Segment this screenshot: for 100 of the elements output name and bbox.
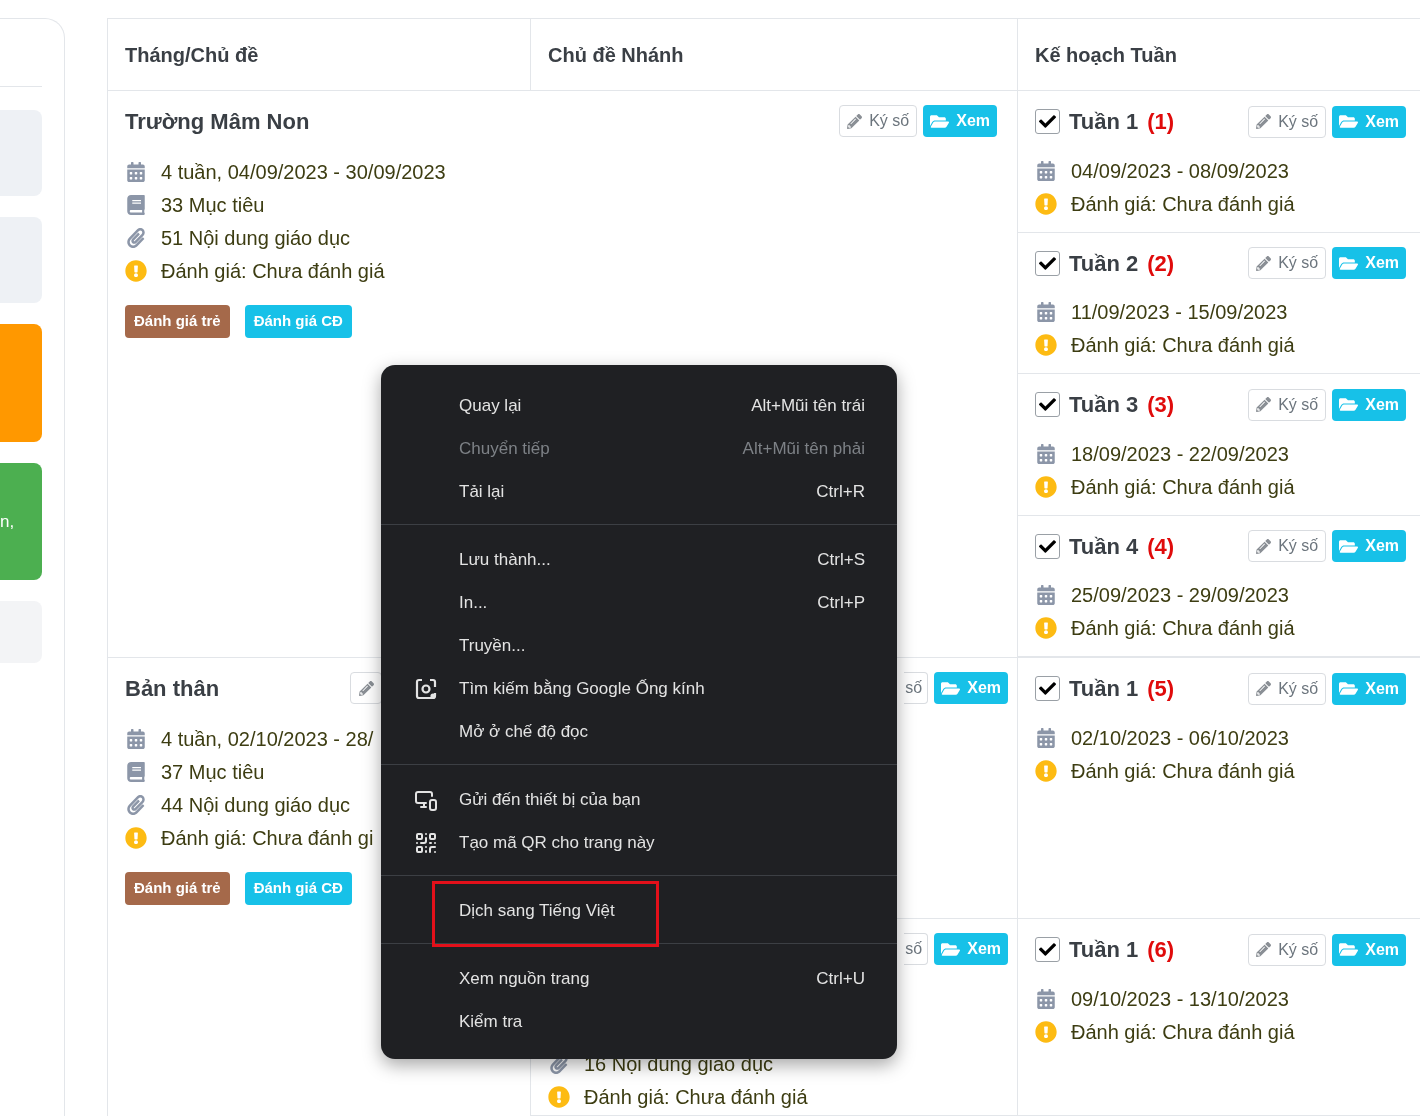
sign-button[interactable]: số: [904, 672, 929, 704]
detail-text: 18/09/2023 - 22/09/2023: [1071, 441, 1289, 467]
detail-text: 4 tuần, 04/09/2023 - 30/09/2023: [161, 159, 446, 185]
detail-text: Đánh giá: Chưa đánh giá: [1071, 758, 1295, 784]
devices-icon: [414, 788, 438, 812]
warning-icon: [1035, 1020, 1057, 1043]
sign-button[interactable]: Ký số: [1248, 672, 1327, 705]
sign-button[interactable]: Ký số: [1248, 105, 1327, 138]
evaluate-button[interactable]: Đánh giá trẻ: [125, 872, 230, 905]
menu-item[interactable]: Lưu thành... Ctrl+S: [381, 538, 897, 581]
detail-text: Đánh giá: Chưa đánh giá: [161, 258, 385, 284]
check-icon: [1039, 396, 1056, 413]
pencil-icon: [1256, 114, 1272, 129]
sidebar-tile[interactable]: n,: [0, 463, 42, 580]
menu-item[interactable]: Mở ở chế độ đọc: [381, 710, 897, 753]
detail-text: 37 Mục tiêu: [161, 759, 265, 785]
folder-icon: [1339, 941, 1359, 958]
calendar-icon: [1036, 727, 1056, 748]
folder-icon: [1339, 537, 1359, 555]
menu-item[interactable]: Tải lại Ctrl+R: [381, 470, 897, 513]
warning-icon: [1035, 617, 1057, 639]
week-title: Tuần 3: [1069, 391, 1139, 419]
topic-title: Trường Mâm Non: [125, 108, 310, 136]
column-header: Chủ đề Nhánh: [548, 42, 684, 68]
detail-text: Đánh giá: Chưa đánh giá: [1071, 333, 1295, 358]
evaluate-button[interactable]: Đánh giá trẻ: [125, 305, 230, 338]
week-checkbox[interactable]: [1035, 937, 1060, 962]
detail-text: Đánh giá: Chưa đánh giá: [584, 1084, 808, 1110]
week-checkbox[interactable]: [1035, 533, 1060, 559]
menu-item[interactable]: Kiểm tra: [381, 1000, 897, 1043]
week-title: Tuần 4: [1069, 532, 1139, 561]
column-header: Kế hoạch Tuần: [1035, 42, 1177, 68]
warning-icon: [1035, 334, 1057, 356]
pencil-icon: [1256, 397, 1272, 412]
sign-button[interactable]: Ký số: [1248, 933, 1327, 966]
warning-icon: [1035, 475, 1057, 498]
sign-button[interactable]: số: [904, 933, 929, 965]
detail-text: Đánh giá: Chưa đánh giá: [1071, 616, 1295, 641]
folder-icon: [1339, 254, 1359, 272]
folder-icon: [930, 112, 950, 130]
folder-icon: [941, 679, 961, 697]
week-number: (4): [1147, 532, 1175, 561]
menu-item[interactable]: Gửi đến thiết bị của bạn: [381, 778, 897, 821]
detail-text: 44 Nội dung giáo dục: [161, 792, 351, 818]
sign-button[interactable]: Ký số: [1248, 247, 1327, 279]
menu-item[interactable]: In... Ctrl+P: [381, 581, 897, 624]
detail-text: Đánh giá: Chưa đánh giá: [1071, 1019, 1295, 1045]
sidebar-tile[interactable]: [0, 324, 42, 442]
menu-item[interactable]: Xem nguồn trang Ctrl+U: [381, 957, 897, 1000]
paperclip-icon: [126, 227, 146, 248]
calendar-icon: [126, 161, 146, 182]
sign-button[interactable]: Ký số: [839, 105, 918, 137]
pencil-icon: [1256, 255, 1272, 271]
detail-text: 04/09/2023 - 08/09/2023: [1071, 158, 1289, 184]
detail-text: 11/09/2023 - 15/09/2023: [1071, 300, 1288, 325]
check-icon: [1039, 254, 1056, 272]
column-header: Tháng/Chủ đề: [125, 42, 259, 68]
week-title: Tuần 2: [1069, 249, 1139, 278]
week-checkbox[interactable]: [1035, 250, 1060, 276]
pencil-icon: [1256, 538, 1272, 554]
folder-icon: [941, 940, 961, 958]
lens-icon: [414, 677, 438, 701]
check-icon: [1039, 113, 1056, 130]
menu-item[interactable]: Quay lại Alt+Mũi tên trái: [381, 384, 897, 427]
tile-text: n,: [0, 510, 15, 533]
menu-item[interactable]: Truyền...: [381, 624, 897, 667]
warning-icon: [1035, 759, 1057, 782]
detail-text: Đánh giá: Chưa đánh gi: [161, 825, 374, 851]
calendar-icon: [1036, 302, 1056, 322]
warning-icon: [125, 826, 147, 849]
warning-icon: [548, 1085, 570, 1108]
detail-text: 09/10/2023 - 13/10/2023: [1071, 986, 1289, 1012]
sign-button[interactable]: [350, 672, 382, 704]
calendar-icon: [1036, 585, 1056, 605]
detail-text: Đánh giá: Chưa đánh giá: [1071, 474, 1295, 500]
menu-item[interactable]: Dịch sang Tiếng Việt: [381, 889, 897, 932]
calendar-icon: [126, 728, 146, 749]
book-icon: [126, 194, 146, 215]
warning-icon: [1035, 192, 1057, 215]
week-title: Tuần 1: [1069, 675, 1139, 703]
week-checkbox[interactable]: [1035, 676, 1060, 701]
folder-icon: [1339, 396, 1359, 413]
detail-text: 51 Nội dung giáo dục: [161, 225, 351, 251]
week-number: (1): [1147, 108, 1175, 136]
menu-item[interactable]: Tìm kiếm bằng Google Ống kính: [381, 667, 897, 710]
warning-icon: [125, 259, 147, 282]
week-checkbox[interactable]: [1035, 109, 1060, 134]
calendar-icon: [1036, 443, 1056, 464]
sign-button[interactable]: Ký số: [1248, 388, 1327, 421]
detail-text: Đánh giá: Chưa đánh giá: [1071, 191, 1295, 217]
pencil-icon: [1256, 681, 1272, 696]
sign-button[interactable]: Ký số: [1248, 530, 1327, 562]
menu-item[interactable]: Tạo mã QR cho trang này: [381, 821, 897, 864]
pencil-icon: [358, 680, 374, 696]
detail-text: 33 Mục tiêu: [161, 192, 265, 218]
check-icon: [1039, 941, 1056, 958]
week-title: Tuần 1: [1069, 108, 1139, 136]
pencil-icon: [847, 113, 863, 129]
week-checkbox[interactable]: [1035, 392, 1060, 417]
qr-code-icon: [414, 831, 438, 855]
